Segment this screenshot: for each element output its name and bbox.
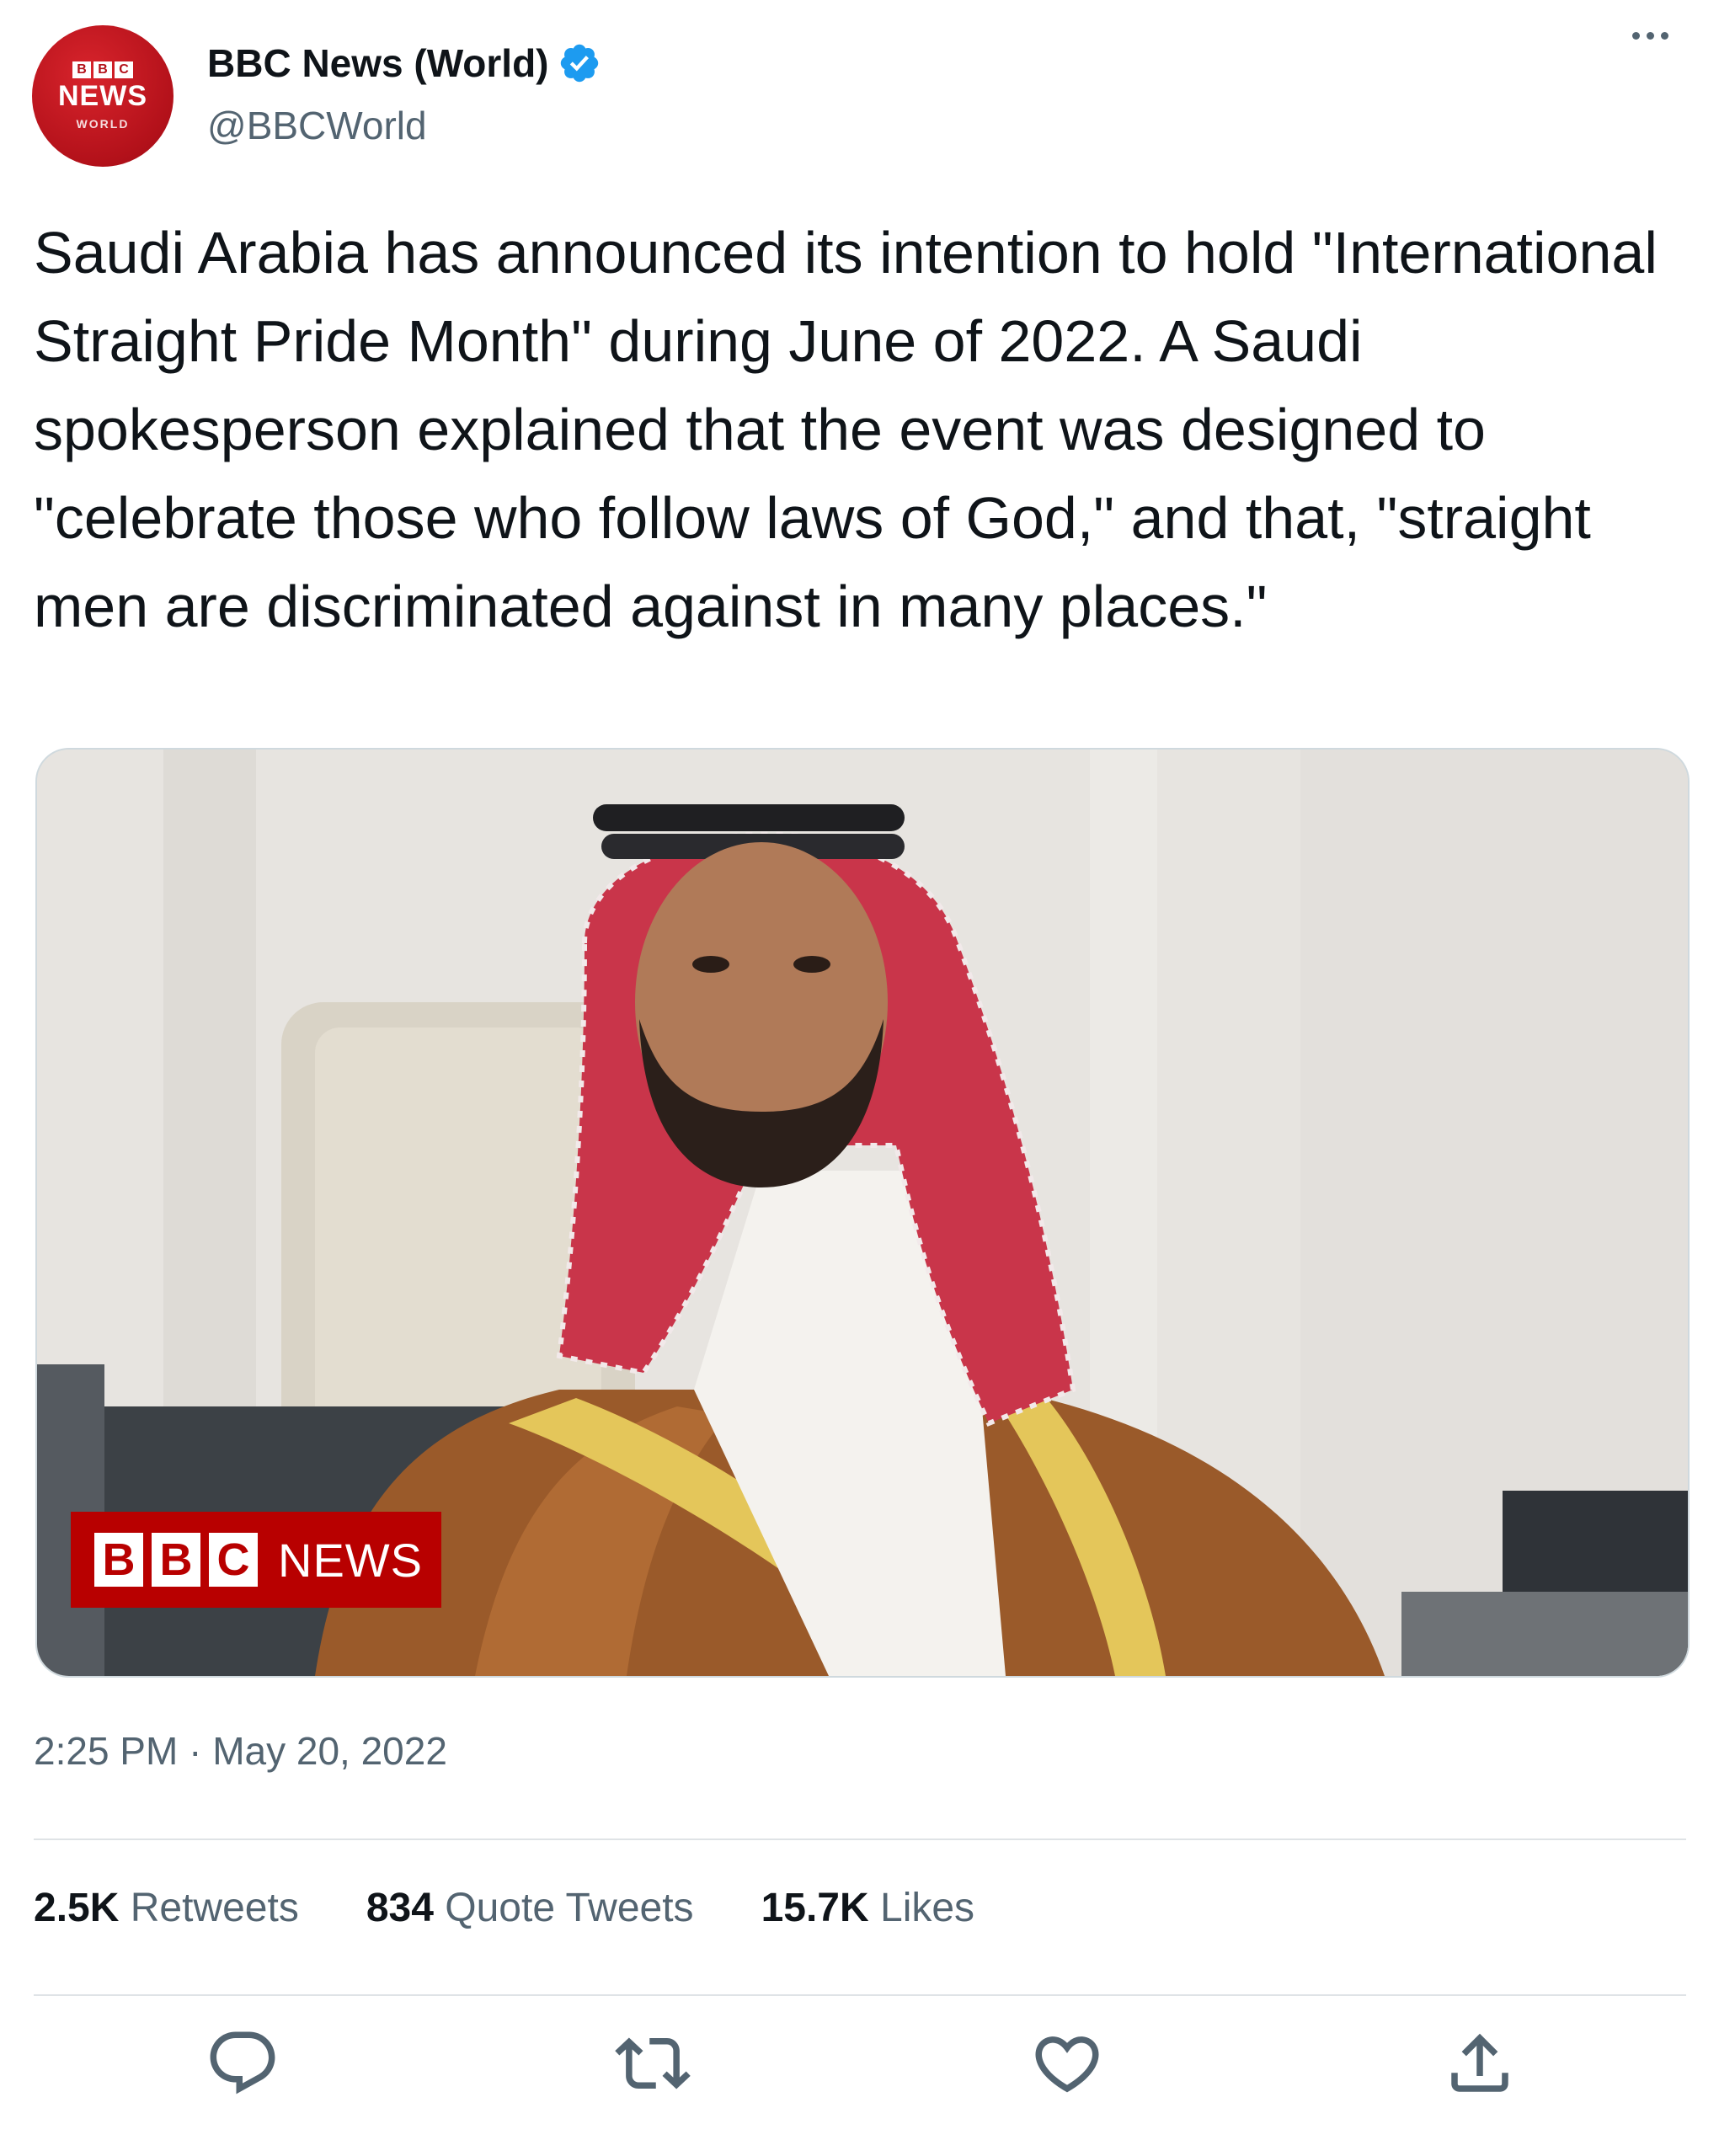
badge-news-text: NEWS — [278, 1533, 423, 1587]
verified-badge-icon — [560, 44, 598, 83]
heart-icon[interactable] — [1029, 2025, 1105, 2101]
share-icon[interactable] — [1442, 2025, 1518, 2101]
retweets-label: Retweets — [130, 1886, 299, 1930]
avatar-letter: B — [93, 61, 112, 78]
tweet-media-image[interactable]: B B C NEWS — [35, 748, 1690, 1678]
avatar-world-text: WORLD — [76, 117, 130, 131]
likes-stat[interactable]: 15.7K Likes — [761, 1885, 975, 1931]
badge-letter: C — [209, 1533, 258, 1587]
quote-tweets-stat[interactable]: 834 Quote Tweets — [366, 1885, 694, 1931]
divider — [34, 1838, 1686, 1840]
quote-tweets-label: Quote Tweets — [445, 1886, 694, 1930]
likes-label: Likes — [880, 1886, 975, 1930]
quote-tweets-count: 834 — [366, 1886, 434, 1930]
action-bar — [0, 2017, 1719, 2110]
more-dot — [1661, 32, 1668, 40]
avatar-bbc-blocks: B B C — [72, 61, 133, 78]
avatar-news-text: NEWS — [58, 80, 147, 112]
avatar-letter: C — [115, 61, 133, 78]
tweet-card: B B C NEWS WORLD BBC News (World) @BBCWo… — [0, 0, 1719, 2156]
likes-count: 15.7K — [761, 1886, 869, 1930]
more-dot — [1647, 32, 1654, 40]
retweets-count: 2.5K — [34, 1886, 120, 1930]
more-dot — [1632, 32, 1640, 40]
divider — [34, 1994, 1686, 1996]
badge-letter: B — [152, 1533, 200, 1587]
retweets-stat[interactable]: 2.5K Retweets — [34, 1885, 299, 1931]
display-name[interactable]: BBC News (World) — [207, 40, 601, 86]
bbc-news-watermark: B B C NEWS — [71, 1512, 441, 1608]
more-options-icon[interactable] — [1632, 32, 1668, 40]
avatar-letter: B — [72, 61, 91, 78]
retweet-icon[interactable] — [615, 2025, 691, 2101]
display-name-text: BBC News (World) — [207, 41, 549, 85]
avatar[interactable]: B B C NEWS WORLD — [32, 25, 174, 167]
tweet-timestamp[interactable]: 2:25 PM · May 20, 2022 — [34, 1728, 447, 1774]
tweet-text: Saudi Arabia has announced its intention… — [34, 220, 1658, 639]
badge-letter: B — [94, 1533, 143, 1587]
engagement-stats: 2.5K Retweets 834 Quote Tweets 15.7K Lik… — [34, 1885, 974, 1931]
reply-icon[interactable] — [205, 2025, 280, 2101]
handle[interactable]: @BBCWorld — [207, 103, 427, 148]
